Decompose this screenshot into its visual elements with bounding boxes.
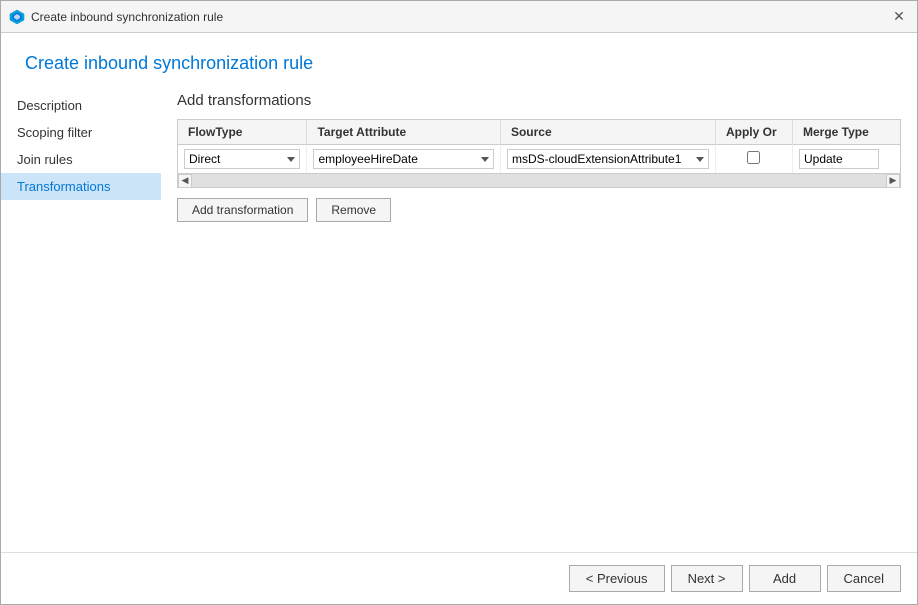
page-header: Create inbound synchronization rule	[1, 33, 917, 84]
remove-button[interactable]: Remove	[316, 198, 391, 222]
col-header-target: Target Attribute	[307, 120, 500, 145]
col-header-apply: Apply Or	[715, 120, 792, 145]
add-button[interactable]: Add	[749, 565, 821, 592]
source-select[interactable]: msDS-cloudExtensionAttribute1	[507, 149, 709, 169]
close-button[interactable]: ✕	[889, 7, 909, 27]
section-title: Add transformations	[177, 92, 901, 109]
sidebar: Description Scoping filter Join rules Tr…	[1, 84, 161, 552]
source-cell: msDS-cloudExtensionAttribute1	[500, 145, 715, 174]
table-row: Direct Constant Expression employeeHireD…	[178, 145, 900, 174]
main-window: Create inbound synchronization rule ✕ Cr…	[0, 0, 918, 605]
main-area: Description Scoping filter Join rules Tr…	[1, 84, 917, 552]
sidebar-item-scoping-filter[interactable]: Scoping filter	[1, 119, 161, 146]
cancel-button[interactable]: Cancel	[827, 565, 901, 592]
horizontal-scrollbar[interactable]: ◀ ▶	[178, 173, 900, 187]
next-button[interactable]: Next >	[671, 565, 743, 592]
window-title: Create inbound synchronization rule	[31, 10, 223, 24]
add-transformation-button[interactable]: Add transformation	[177, 198, 308, 222]
col-header-merge: Merge Type	[792, 120, 900, 145]
scroll-track	[192, 174, 886, 188]
col-header-source: Source	[500, 120, 715, 145]
col-header-flowtype: FlowType	[178, 120, 307, 145]
apply-once-cell	[715, 145, 792, 174]
target-attribute-cell: employeeHireDate	[307, 145, 500, 174]
flowtype-select[interactable]: Direct Constant Expression	[184, 149, 300, 169]
scroll-right-arrow[interactable]: ▶	[886, 174, 900, 188]
merge-type-cell	[792, 145, 900, 174]
flowtype-cell: Direct Constant Expression	[178, 145, 307, 174]
app-icon	[9, 9, 25, 25]
action-buttons: Add transformation Remove	[177, 198, 901, 222]
apply-once-checkbox[interactable]	[747, 151, 760, 164]
scroll-left-arrow[interactable]: ◀	[178, 174, 192, 188]
right-panel: Add transformations FlowType Target Attr…	[161, 84, 917, 552]
transformations-table: FlowType Target Attribute Source Apply O…	[178, 120, 900, 173]
sidebar-item-description[interactable]: Description	[1, 92, 161, 119]
transformations-table-container: FlowType Target Attribute Source Apply O…	[177, 119, 901, 188]
target-attribute-select[interactable]: employeeHireDate	[313, 149, 493, 169]
content-area: Create inbound synchronization rule Desc…	[1, 33, 917, 552]
page-title: Create inbound synchronization rule	[25, 53, 893, 74]
previous-button[interactable]: < Previous	[569, 565, 665, 592]
sidebar-item-transformations[interactable]: Transformations	[1, 173, 161, 200]
merge-type-input[interactable]	[799, 149, 879, 169]
title-bar: Create inbound synchronization rule ✕	[1, 1, 917, 33]
sidebar-item-join-rules[interactable]: Join rules	[1, 146, 161, 173]
title-bar-left: Create inbound synchronization rule	[9, 9, 223, 25]
footer: < Previous Next > Add Cancel	[1, 552, 917, 604]
